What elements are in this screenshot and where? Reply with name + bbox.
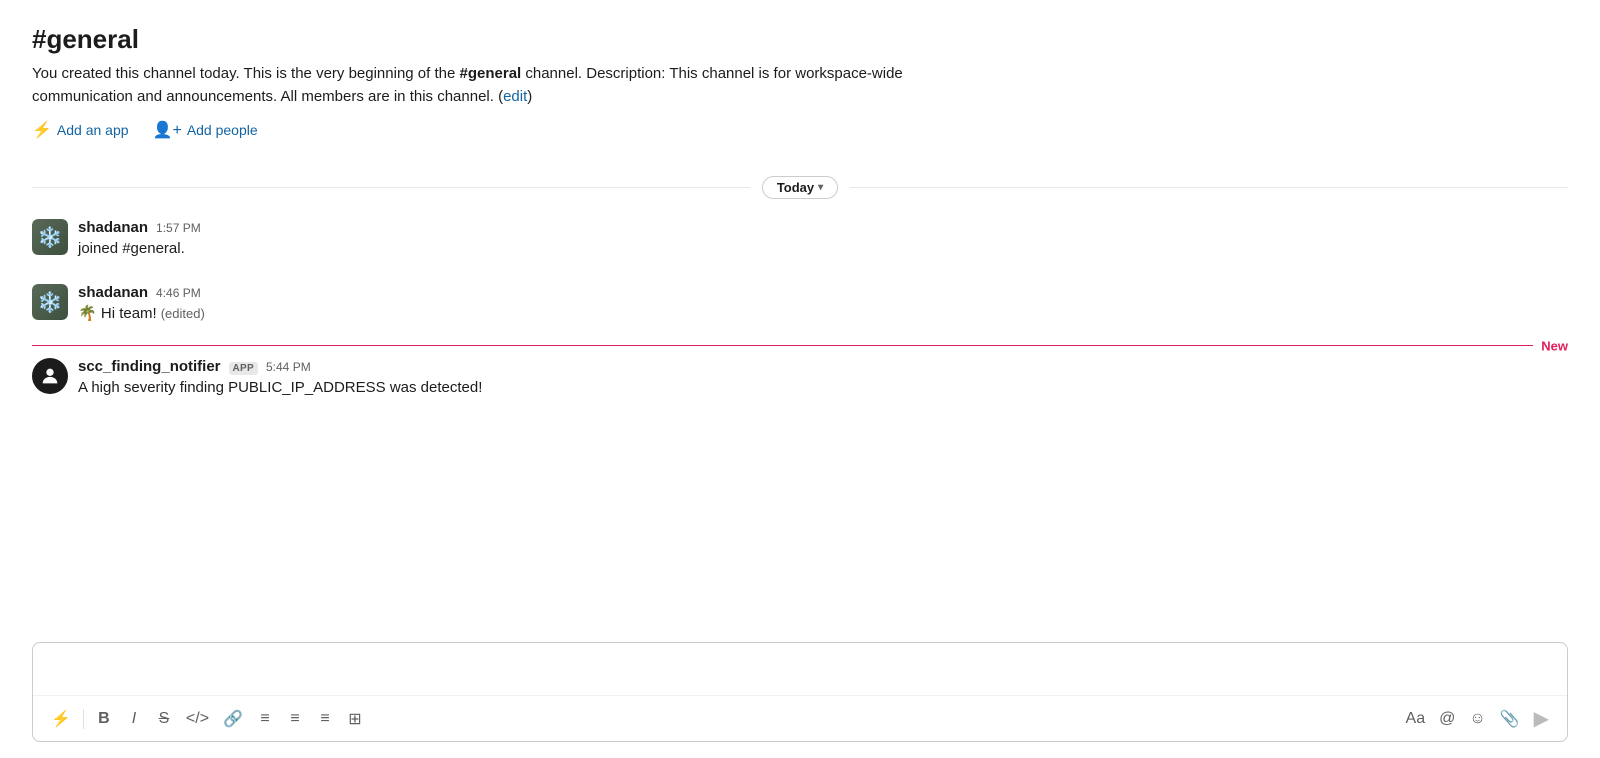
message-header: shadanan 4:46 PM — [78, 284, 1568, 301]
message-body: Hi team! — [101, 305, 157, 322]
indent-button[interactable]: ≡ — [311, 705, 339, 733]
avatar: ❄️ — [32, 219, 68, 255]
messages-area: ❄️ shadanan 1:57 PM joined #general. ❄️ … — [32, 215, 1568, 630]
today-divider: Today ▾ — [32, 176, 1568, 199]
message-content: shadanan 1:57 PM joined #general. — [78, 219, 1568, 260]
add-people-link[interactable]: 👤+ Add people — [153, 120, 258, 140]
message-input[interactable] — [33, 643, 1567, 695]
message-text: joined #general. — [78, 238, 1568, 260]
link-icon: 🔗 — [223, 709, 243, 729]
add-app-icon: ⚡ — [32, 120, 52, 140]
message-content: scc_finding_notifier APP 5:44 PM A high … — [78, 358, 1568, 399]
message-text: 🌴 Hi team! (edited) — [78, 303, 1568, 325]
today-chevron: ▾ — [818, 182, 823, 193]
channel-description: You created this channel today. This is … — [32, 63, 932, 108]
bullet-list-button[interactable]: ≡ — [281, 705, 309, 733]
new-messages-divider: New — [32, 345, 1568, 346]
italic-button[interactable]: I — [120, 705, 148, 733]
message-row: ❄️ shadanan 4:46 PM 🌴 Hi team! (edited) — [32, 280, 1568, 329]
ordered-list-icon: ≡ — [260, 710, 269, 728]
bullet-list-icon: ≡ — [290, 710, 299, 728]
toolbar-divider — [83, 709, 84, 729]
channel-title: #general — [32, 24, 1568, 55]
add-people-label: Add people — [187, 122, 258, 138]
today-label: Today — [777, 180, 814, 195]
bold-button[interactable]: B — [90, 705, 118, 733]
edited-label: (edited) — [161, 306, 205, 321]
edit-description-link[interactable]: edit — [503, 88, 527, 105]
table-button[interactable]: ⊞ — [341, 705, 369, 733]
toolbar: ⚡ B I S </> 🔗 ≡ ≡ ≡ ⊞ Aa — [33, 695, 1567, 741]
message-header: shadanan 1:57 PM — [78, 219, 1568, 236]
add-app-label: Add an app — [57, 122, 129, 138]
today-pill[interactable]: Today ▾ — [762, 176, 838, 199]
message-input-area: ⚡ B I S </> 🔗 ≡ ≡ ≡ ⊞ Aa — [32, 642, 1568, 742]
message-content: shadanan 4:46 PM 🌴 Hi team! (edited) — [78, 284, 1568, 325]
message-header: scc_finding_notifier APP 5:44 PM — [78, 358, 1568, 375]
toolbar-right: Aa @ ☺ 📎 ▶ — [1400, 702, 1555, 735]
description-channel-name: #general — [460, 65, 522, 82]
message-text: A high severity finding PUBLIC_IP_ADDRES… — [78, 377, 1568, 399]
code-icon: </> — [186, 710, 209, 728]
add-people-icon: 👤+ — [153, 120, 182, 140]
add-app-link[interactable]: ⚡ Add an app — [32, 120, 129, 140]
attach-button[interactable]: 📎 — [1494, 705, 1526, 733]
code-button[interactable]: </> — [180, 705, 215, 733]
message-time: 1:57 PM — [156, 221, 201, 235]
message-row: ❄️ shadanan 1:57 PM joined #general. — [32, 215, 1568, 264]
format-icon: Aa — [1406, 710, 1426, 728]
message-author: shadanan — [78, 284, 148, 301]
emoji-icon: ☺ — [1469, 710, 1485, 728]
strikethrough-icon: S — [159, 710, 170, 728]
mention-button[interactable]: @ — [1433, 705, 1461, 733]
message-time: 5:44 PM — [266, 360, 311, 374]
send-icon: ▶ — [1534, 706, 1549, 731]
bold-icon: B — [98, 710, 110, 728]
indent-icon: ≡ — [320, 710, 329, 728]
message-author: shadanan — [78, 219, 148, 236]
strikethrough-button[interactable]: S — [150, 705, 178, 733]
description-text-1: You created this channel today. This is … — [32, 65, 460, 82]
description-close-paren: ) — [527, 88, 532, 105]
channel-actions: ⚡ Add an app 👤+ Add people — [32, 120, 1568, 140]
lightning-icon: ⚡ — [51, 709, 71, 729]
send-button[interactable]: ▶ — [1528, 702, 1555, 735]
mention-icon: @ — [1439, 710, 1455, 728]
user-avatar-snowflake: ❄️ — [32, 219, 68, 255]
channel-header: #general You created this channel today.… — [32, 24, 1568, 164]
message-row: scc_finding_notifier APP 5:44 PM A high … — [32, 354, 1568, 403]
new-messages-line — [32, 345, 1568, 346]
bot-avatar — [32, 358, 68, 394]
format-button[interactable]: Aa — [1400, 705, 1432, 733]
message-author: scc_finding_notifier — [78, 358, 221, 375]
link-button[interactable]: 🔗 — [217, 705, 249, 733]
new-messages-label: New — [1533, 338, 1568, 353]
app-badge: APP — [229, 362, 258, 375]
emoji-button[interactable]: ☺ — [1463, 705, 1491, 733]
avatar — [32, 358, 68, 394]
italic-icon: I — [132, 710, 136, 728]
table-icon: ⊞ — [348, 709, 361, 729]
message-time: 4:46 PM — [156, 286, 201, 300]
ordered-list-button[interactable]: ≡ — [251, 705, 279, 733]
message-emoji: 🌴 — [78, 305, 101, 322]
avatar: ❄️ — [32, 284, 68, 320]
user-avatar-snowflake: ❄️ — [32, 284, 68, 320]
lightning-button[interactable]: ⚡ — [45, 705, 77, 733]
attach-icon: 📎 — [1500, 709, 1520, 729]
